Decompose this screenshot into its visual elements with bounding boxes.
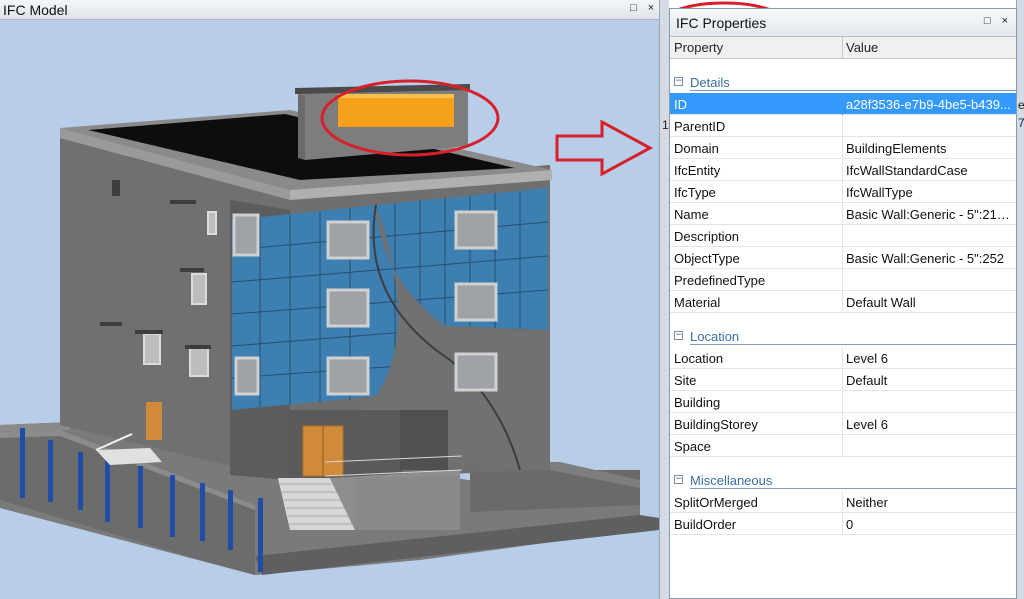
model-title: IFC Model [3,2,68,18]
property-value[interactable]: Level 6 [846,351,1012,366]
property-key: IfcEntity [674,163,721,178]
splitter[interactable]: 1 [659,0,669,599]
restore-icon[interactable]: □ [984,15,995,27]
property-key: Material [674,295,721,310]
collapse-icon[interactable]: − [674,331,683,340]
close-icon[interactable]: × [1002,15,1012,27]
ifc-model-pane: IFC Model □ × [0,0,659,599]
property-grid: − Details ID a28f3536-e7b9-4be5-b439... Pare… [670,59,1016,598]
property-row-objecttype[interactable]: ObjectType Basic Wall:Generic - 5":252 [670,247,1016,269]
property-row-buildingstorey[interactable]: BuildingStorey Level 6 [670,413,1016,435]
properties-title: IFC Properties [676,15,767,31]
property-row-ifcentity[interactable]: IfcEntity IfcWallStandardCase [670,159,1016,181]
property-key: BuildingStorey [674,417,758,432]
property-row-description[interactable]: Description [670,225,1016,247]
close-icon[interactable]: × [648,2,658,14]
edge-fragment-right-top: e [1018,98,1024,112]
property-row-domain[interactable]: Domain BuildingElements [670,137,1016,159]
property-value[interactable]: Default [846,373,1012,388]
property-row-location[interactable]: Location Level 6 [670,347,1016,369]
property-value[interactable]: Basic Wall:Generic - 5":252 [846,251,1012,266]
category-label: Miscellaneous [690,473,773,488]
edge-fragment-right-bottom: 7 [1018,116,1024,130]
restore-icon[interactable]: □ [630,2,641,14]
property-row-site[interactable]: Site Default [670,369,1016,391]
column-header-value[interactable]: Value [846,40,878,55]
property-key: Site [674,373,697,388]
category-details[interactable]: − Details [670,71,1016,93]
property-value[interactable]: Neither [846,495,1012,510]
property-key: Name [674,207,709,222]
column-header-property[interactable]: Property [674,40,723,55]
property-key: IfcType [674,185,716,200]
property-key: Building [674,395,721,410]
property-key: ObjectType [674,251,740,266]
collapse-icon[interactable]: − [674,77,683,86]
property-value[interactable]: Level 6 [846,417,1012,432]
property-key: ID [674,97,687,112]
category-location[interactable]: − Location [670,325,1016,347]
property-key: Space [674,439,711,454]
property-key: ParentID [674,119,726,134]
highlighted-wall [338,94,454,127]
adjacent-pane-edge: e 7 [1016,0,1024,599]
property-value[interactable]: a28f3536-e7b9-4be5-b439... [846,97,1012,112]
property-value[interactable]: Default Wall [846,295,1012,310]
category-miscellaneous[interactable]: − Miscellaneous [670,469,1016,491]
property-value[interactable]: BuildingElements [846,141,1012,156]
model-titlebar: IFC Model □ × [0,0,659,20]
property-row-ifctype[interactable]: IfcType IfcWallType [670,181,1016,203]
category-label: Details [690,75,730,90]
property-key: Description [674,229,740,244]
property-grid-header: Property Value [670,37,1016,59]
category-label: Location [690,329,740,344]
ifc-properties-pane: IFC Properties □ × Property Value − Detai… [669,8,1017,599]
property-key: BuildOrder [674,517,737,532]
model-viewport[interactable] [0,20,659,599]
property-value[interactable]: IfcWallStandardCase [846,163,1012,178]
property-key: Domain [674,141,719,156]
property-row-material[interactable]: Material Default Wall [670,291,1016,313]
property-row-space[interactable]: Space [670,435,1016,457]
property-value[interactable]: Basic Wall:Generic - 5":215... [846,207,1012,222]
property-key: PredefinedType [674,273,766,288]
property-row-buildorder[interactable]: BuildOrder 0 [670,513,1016,535]
property-key: SplitOrMerged [674,495,758,510]
edge-fragment-left: 1 [662,118,669,132]
property-row-splitormerged[interactable]: SplitOrMerged Neither [670,491,1016,513]
property-row-predefinedtype[interactable]: PredefinedType [670,269,1016,291]
property-row-building[interactable]: Building [670,391,1016,413]
property-row-id[interactable]: ID a28f3536-e7b9-4be5-b439... [670,93,1016,115]
property-row-parentid[interactable]: ParentID [670,115,1016,137]
property-value[interactable]: IfcWallType [846,185,1012,200]
property-row-name[interactable]: Name Basic Wall:Generic - 5":215... [670,203,1016,225]
collapse-icon[interactable]: − [674,475,683,484]
properties-titlebar: IFC Properties □ × [670,9,1016,37]
property-value[interactable]: 0 [846,517,1012,532]
property-key: Location [674,351,724,366]
